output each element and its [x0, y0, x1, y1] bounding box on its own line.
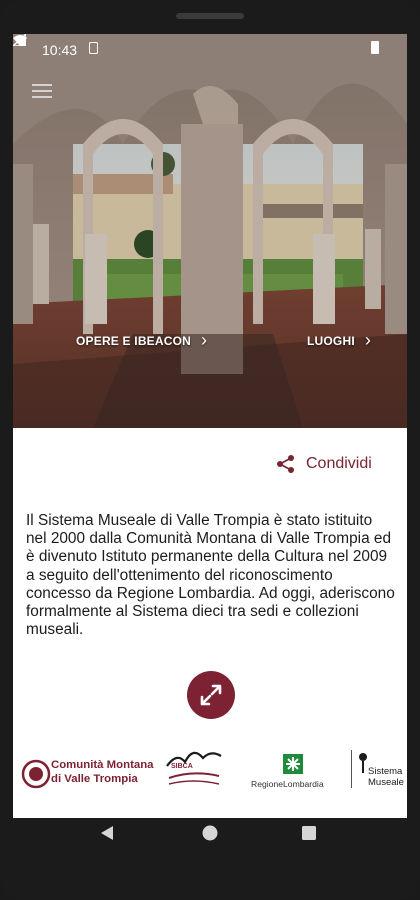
regione-rose-icon	[283, 754, 303, 774]
share-icon	[277, 455, 294, 473]
share-button[interactable]: Condividi	[276, 454, 372, 474]
home-icon[interactable]	[202, 825, 218, 841]
share-label: Condividi	[306, 455, 372, 472]
logo-regione-lombardia: RegioneLombardia	[251, 754, 341, 794]
opere-ibeacon-label: OPERE E IBEACON	[76, 333, 192, 348]
sibca-label: SIBCA	[171, 763, 193, 770]
luoghi-label: LUOGHI	[307, 333, 355, 348]
signal-icon	[13, 34, 26, 46]
logo-comunita-montana: Comunità Montana di Valle Trompia	[21, 758, 154, 792]
comunita-name-line1: Comunità Montana	[51, 759, 154, 771]
logo-sibca: SIBCA	[163, 744, 225, 796]
status-time: 10:43	[42, 42, 78, 58]
android-nav-bar	[13, 818, 407, 868]
back-icon[interactable]	[101, 826, 113, 840]
luoghi-link[interactable]: LUOGHI ›	[307, 330, 371, 351]
sistema-line2: Museale	[368, 777, 404, 788]
description-text: Il Sistema Museale di Valle Trompia è st…	[26, 512, 395, 639]
status-bar: 10:43	[13, 34, 407, 64]
comunita-seal-icon	[21, 759, 51, 789]
hero-image: 10:43 OPERE E IBEACON › LUOGHI ›	[13, 34, 407, 428]
opere-ibeacon-link[interactable]: OPERE E IBEACON ›	[76, 330, 207, 351]
sistema-line1: Sistema	[368, 766, 403, 777]
battery-icon	[371, 41, 379, 54]
phone-frame: 10:43 OPERE E IBEACON › LUOGHI › Condivi…	[0, 0, 420, 900]
speaker-grille	[176, 13, 244, 19]
recents-icon[interactable]	[302, 826, 316, 840]
chevron-right-icon: ›	[201, 330, 208, 350]
comunita-name-line2: di Valle Trompia	[51, 773, 138, 785]
app-screen: 10:43 OPERE E IBEACON › LUOGHI › Condivi…	[13, 34, 407, 818]
expand-icon	[200, 684, 222, 706]
partner-logos: Comunità Montana di Valle Trompia SIBCA …	[13, 744, 407, 804]
chevron-right-icon: ›	[364, 330, 372, 350]
logo-sistema-museale: Sistema Museale	[351, 750, 407, 796]
sim-icon	[89, 42, 98, 54]
hamburger-menu-icon[interactable]	[32, 84, 52, 98]
regione-label: RegioneLombardia	[251, 779, 324, 789]
cloister-photo	[13, 34, 407, 428]
expand-button[interactable]	[187, 671, 235, 719]
